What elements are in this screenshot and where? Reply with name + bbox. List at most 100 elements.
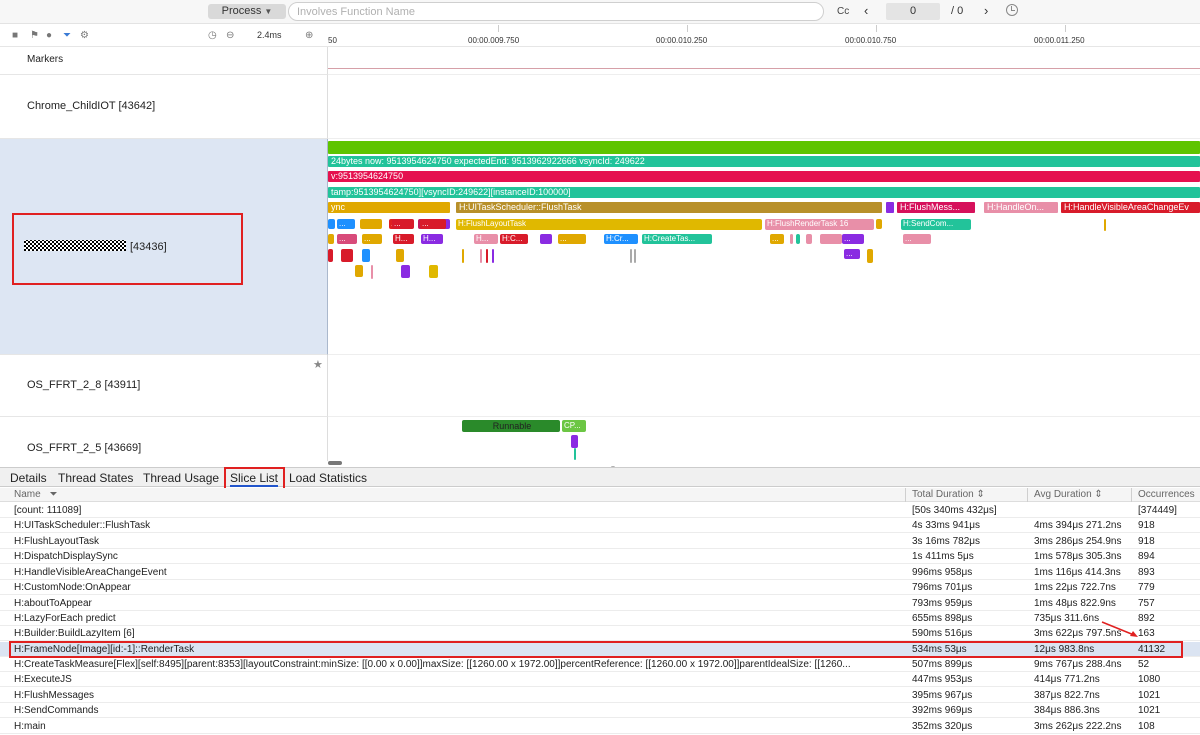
slice-chip[interactable] — [486, 249, 488, 263]
table-row[interactable]: H:UITaskScheduler::FlushTask 4s 33ms 941… — [0, 518, 1200, 533]
slice-chip[interactable]: ... — [362, 234, 382, 244]
col-avg-duration-header[interactable]: Avg Duration ⇕ — [1034, 489, 1103, 500]
track-chrome-childiot[interactable]: Chrome_ChildIOT [43642] — [0, 75, 328, 139]
slice-chip[interactable]: H:C... — [500, 234, 528, 244]
slice-bar[interactable]: H:FlushMess... — [897, 202, 975, 213]
slice-bar[interactable] — [328, 141, 1200, 154]
cpu-state[interactable]: CP... — [562, 420, 586, 432]
slice-chip[interactable]: ... — [770, 234, 784, 244]
table-row[interactable]: H:FlushLayoutTask 3s 16ms 782μs 3ms 286μ… — [0, 534, 1200, 549]
slice-chip[interactable] — [634, 249, 636, 263]
table-row[interactable]: H:main 352ms 320μs 3ms 262μs 222.2ns 108 — [0, 719, 1200, 734]
slice-bar[interactable]: ync — [328, 202, 450, 213]
table-row[interactable]: H:CreateTaskMeasure[Flex][self:8495][par… — [0, 657, 1200, 672]
slice-chip[interactable] — [360, 219, 382, 229]
column-divider[interactable] — [1027, 488, 1028, 502]
table-row[interactable]: H:CustomNode:OnAppear 796ms 701μs 1ms 22… — [0, 580, 1200, 595]
slice-chip[interactable]: H... — [421, 234, 443, 244]
slice-chip[interactable] — [341, 249, 353, 262]
tab-details[interactable]: Details — [10, 471, 47, 485]
horizontal-scrollbar[interactable] — [328, 461, 342, 465]
slice-bar[interactable]: H:FlushLayoutTask — [456, 219, 762, 230]
settings-icon[interactable]: ⚙ — [80, 30, 89, 41]
col-occurrences-header[interactable]: Occurrences — [1138, 489, 1195, 500]
column-divider[interactable] — [1131, 488, 1132, 502]
table-row[interactable]: H:LazyForEach predict 655ms 898μs 735μs … — [0, 611, 1200, 626]
slice-chip[interactable]: ... — [392, 219, 414, 229]
match-index-field[interactable]: 0 — [886, 3, 940, 20]
slice-chip[interactable] — [806, 234, 812, 244]
star-icon[interactable]: ★ — [313, 358, 323, 371]
flag-icon[interactable]: ⚑ — [30, 30, 39, 41]
filter-icon[interactable]: ⏷ — [63, 30, 71, 41]
function-search-input[interactable] — [288, 2, 824, 21]
slice-chip[interactable]: H:Cr... — [604, 234, 638, 244]
slice-bar[interactable]: H:FlushRenderTask 16 — [765, 219, 874, 230]
slice-chip[interactable] — [396, 249, 404, 262]
track-os-ffrt-2-5[interactable]: OS_FFRT_2_5 [43669] — [0, 417, 328, 461]
table-row[interactable]: H:FlushMessages 395ms 967μs 387μs 822.7n… — [0, 688, 1200, 703]
slice-bar[interactable] — [886, 202, 894, 213]
slice-chip[interactable] — [540, 234, 552, 244]
runnable-state[interactable]: Runnable — [462, 420, 560, 432]
tab-load-statistics[interactable]: Load Statistics — [289, 471, 367, 485]
slice-chip[interactable] — [355, 265, 363, 277]
slice-bar[interactable]: H:UITaskScheduler::FlushTask — [456, 202, 882, 213]
slice-chip[interactable] — [429, 265, 438, 278]
track-markers[interactable]: Markers — [0, 47, 328, 75]
history-icon[interactable] — [1006, 4, 1018, 16]
slice-chip[interactable]: H... — [393, 234, 414, 244]
tab-thread-usage[interactable]: Thread Usage — [143, 471, 219, 485]
slice-chip[interactable]: ... — [420, 219, 446, 229]
slice-bar[interactable]: 24bytes now: 9513954624750 expectedEnd: … — [328, 156, 1200, 167]
slice-chip[interactable] — [401, 265, 410, 278]
slice-chip[interactable]: ... — [903, 234, 931, 244]
table-row[interactable]: H:SendCommands 392ms 969μs 384μs 886.3ns… — [0, 703, 1200, 718]
process-dropdown[interactable]: Process ▼ — [208, 4, 286, 19]
slice-chip[interactable]: H... — [474, 234, 498, 244]
slice-chip[interactable] — [480, 249, 482, 263]
prev-match-button[interactable]: ‹ — [864, 3, 868, 18]
slice-chip[interactable] — [371, 265, 373, 279]
slice-chip[interactable]: ... — [558, 234, 586, 244]
slice-chip[interactable] — [867, 249, 873, 263]
next-match-button[interactable]: › — [984, 3, 988, 18]
slice-chip[interactable]: ... — [842, 234, 864, 244]
table-row[interactable]: H:DispatchDisplaySync 1s 411ms 5μs 1ms 5… — [0, 549, 1200, 564]
slice-chip[interactable]: ... — [337, 234, 357, 244]
sort-icon[interactable]: ⇕ — [1094, 489, 1102, 500]
slice-chip[interactable] — [571, 435, 578, 448]
table-row[interactable]: [count: 111089] [50s 340ms 432μs] [37444… — [0, 503, 1200, 518]
slice-chip[interactable]: ... — [844, 249, 860, 259]
slice-chip[interactable] — [790, 234, 793, 244]
table-row[interactable]: H:aboutToAppear 793ms 959μs 1ms 48μs 822… — [0, 596, 1200, 611]
table-row[interactable]: H:ExecuteJS 447ms 953μs 414μs 771.2ns 10… — [0, 672, 1200, 687]
slice-chip[interactable] — [1104, 219, 1106, 231]
case-sensitive-toggle[interactable]: Cc — [837, 6, 849, 17]
slice-chip[interactable] — [492, 249, 494, 263]
process-lane[interactable]: 24bytes now: 9513954624750 expectedEnd: … — [328, 139, 1200, 355]
table-row[interactable]: H:Builder:BuildLazyItem [6] 590ms 516μs … — [0, 626, 1200, 641]
slice-bar[interactable]: H:HandleOn... — [984, 202, 1058, 213]
sort-icon[interactable]: ⇕ — [976, 489, 984, 500]
column-divider[interactable] — [905, 488, 906, 502]
zoom-in-icon[interactable]: ⊕ — [305, 30, 313, 41]
slice-chip[interactable] — [328, 219, 335, 229]
slice-chip[interactable] — [820, 234, 842, 244]
col-total-duration-header[interactable]: Total Duration ⇕ — [912, 489, 985, 500]
table-row[interactable]: H:HandleVisibleAreaChangeEvent 996ms 958… — [0, 565, 1200, 580]
slice-chip[interactable] — [328, 249, 333, 262]
record-icon[interactable]: ● — [46, 30, 52, 41]
slice-bar[interactable]: H:SendCom... — [901, 219, 971, 230]
slice-bar[interactable]: tamp:9513954624750][vsyncID:249622][inst… — [328, 187, 1200, 198]
slice-chip[interactable] — [362, 249, 370, 262]
square-icon[interactable]: ■ — [12, 30, 18, 41]
slice-chip[interactable] — [462, 249, 464, 263]
slice-chip[interactable]: ... — [337, 219, 355, 229]
slice-chip[interactable] — [328, 234, 334, 244]
slice-bar[interactable]: H:HandleVisibleAreaChangeEv — [1061, 202, 1200, 213]
timer-icon[interactable]: ◷ — [208, 30, 217, 41]
col-name-header[interactable]: Name ⏷ — [14, 489, 57, 500]
time-ruler[interactable]: 50 00:00.009.750 00:00.010.250 00:00.010… — [328, 25, 1200, 47]
track-os-ffrt-2-8[interactable]: OS_FFRT_2_8 [43911] — [0, 355, 328, 417]
